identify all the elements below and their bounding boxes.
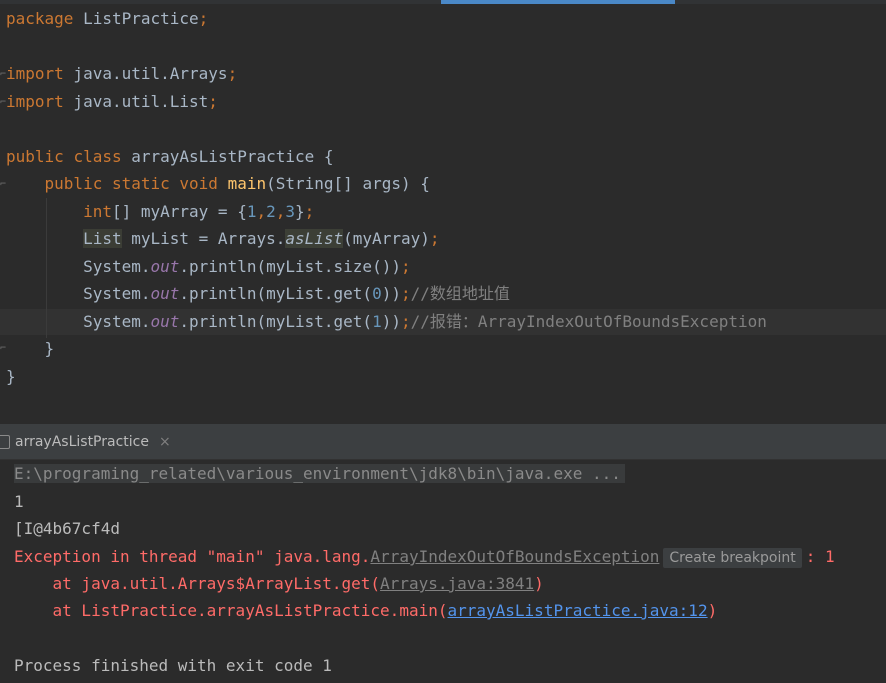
create-breakpoint-button[interactable]: Create breakpoint xyxy=(663,547,802,568)
number-literal: 0 xyxy=(372,284,382,303)
source-link[interactable]: Arrays.java:3841 xyxy=(380,574,534,593)
exception-text: : 1 xyxy=(805,547,835,566)
semicolon: ; xyxy=(208,92,218,111)
code-text: .println(myList.get( xyxy=(179,284,373,303)
code-text: System. xyxy=(83,312,151,331)
run-tab[interactable]: arrayAsListPractice × xyxy=(0,424,183,459)
keyword: int xyxy=(83,202,112,221)
output-text: 1 xyxy=(14,492,24,511)
code-text: )) xyxy=(381,284,401,303)
code-line-array-decl[interactable]: int[] myArray = {1,2,3}; xyxy=(6,199,314,225)
code-line-main-decl[interactable]: public static void main(String[] args) { xyxy=(6,171,430,197)
exception-class-link[interactable]: ArrayIndexOutOfBoundsException xyxy=(370,547,659,566)
console-exit-line: Process finished with exit code 1 xyxy=(14,652,332,679)
console-cmdline[interactable]: E:\programing_related\various_environmen… xyxy=(14,460,625,487)
run-tool-window[interactable]: arrayAsListPractice × E:\programing_rela… xyxy=(0,424,886,683)
raw-type-warning[interactable]: List xyxy=(83,229,122,248)
static-field: out xyxy=(150,312,180,331)
stacktrace-text: ) xyxy=(534,574,544,593)
run-config-icon xyxy=(0,434,10,449)
code-text: .println(myList.size()) xyxy=(179,257,401,276)
comma: , xyxy=(256,202,267,221)
params: (String[] args) { xyxy=(266,174,430,193)
code-line-class-close[interactable]: } xyxy=(6,364,16,390)
semicolon: ; xyxy=(400,284,411,303)
static-method[interactable]: asList xyxy=(285,229,344,248)
comma: , xyxy=(275,202,286,221)
code-text: } xyxy=(6,367,16,386)
code-text: [] myArray = { xyxy=(111,202,247,221)
exception-text: Exception in thread "main" java.lang. xyxy=(14,547,371,566)
static-field: out xyxy=(150,284,180,303)
semicolon: ; xyxy=(304,202,315,221)
keyword: public xyxy=(6,147,64,166)
run-tool-header: arrayAsListPractice × xyxy=(0,424,886,460)
comment: //数组地址值 xyxy=(410,284,510,303)
stacktrace-text: at java.util.Arrays$ArrayList.get( xyxy=(14,574,381,593)
exit-text: Process finished with exit code 1 xyxy=(14,656,332,675)
comment: //报错：ArrayIndexOutOfBoundsException xyxy=(410,312,767,331)
source-link[interactable]: arrayAsListPractice.java:12 xyxy=(447,601,707,620)
code-line-print-size[interactable]: System.out.println(myList.size()); xyxy=(6,254,411,280)
console-stacktrace-line: at java.util.Arrays$ArrayList.get(Arrays… xyxy=(14,570,544,597)
code-line-import-arrays[interactable]: import java.util.Arrays; xyxy=(6,61,237,87)
static-field: out xyxy=(150,257,180,276)
code-text: )) xyxy=(381,312,401,331)
semicolon: ; xyxy=(400,312,411,331)
keyword: package xyxy=(6,9,74,28)
code-line-package[interactable]: package ListPractice; xyxy=(6,6,208,32)
code-editor[interactable]: ⌐ ⌐ ⌐ ⌐ package ListPractice; import jav… xyxy=(0,0,886,424)
code-line-class-decl[interactable]: public class arrayAsListPractice { xyxy=(6,144,334,170)
code-text: (myArray) xyxy=(343,229,430,248)
stacktrace-text: ) xyxy=(707,601,718,620)
code-line-print-get1[interactable]: System.out.println(myList.get(1));//报错：A… xyxy=(6,309,767,335)
command-line-text[interactable]: E:\programing_related\various_environmen… xyxy=(14,464,625,483)
active-tab-indicator xyxy=(441,0,675,4)
run-tab-label: arrayAsListPractice xyxy=(15,433,149,450)
keyword: import xyxy=(6,64,64,83)
output-text: [I@4b67cf4d xyxy=(14,519,120,538)
keyword: static xyxy=(111,174,170,193)
semicolon: ; xyxy=(227,64,238,83)
method-name: main xyxy=(227,174,267,193)
code-text: .println(myList.get( xyxy=(179,312,373,331)
keyword: void xyxy=(179,174,218,193)
import-path: java.util.List xyxy=(63,92,209,111)
code-text: System. xyxy=(83,284,151,303)
number-literal: 2 xyxy=(266,202,276,221)
code-line-list-decl[interactable]: List myList = Arrays.asList(myArray); xyxy=(6,226,440,252)
console-output-line: 1 xyxy=(14,488,24,515)
close-icon[interactable]: × xyxy=(159,434,171,450)
code-line-main-close[interactable]: } xyxy=(6,336,55,362)
stacktrace-text: at ListPractice.arrayAsListPractice.main… xyxy=(14,601,448,620)
semicolon: ; xyxy=(400,257,411,276)
import-path: java.util.Arrays xyxy=(63,64,228,83)
semicolon: ; xyxy=(429,229,440,248)
keyword: import xyxy=(6,92,64,111)
number-literal: 1 xyxy=(372,312,382,331)
semicolon: ; xyxy=(198,9,209,28)
code-line-print-get0[interactable]: System.out.println(myList.get(0));//数组地址… xyxy=(6,281,510,307)
class-name: arrayAsListPractice { xyxy=(121,147,334,166)
code-text: } xyxy=(295,202,305,221)
console-output-line: [I@4b67cf4d xyxy=(14,515,120,542)
code-text: } xyxy=(44,339,55,358)
package-name: ListPractice xyxy=(73,9,199,28)
code-line-import-list[interactable]: import java.util.List; xyxy=(6,89,218,115)
console-exception-line: Exception in thread "main" java.lang.Arr… xyxy=(14,543,835,570)
keyword: public xyxy=(44,174,103,193)
console-stacktrace-line: at ListPractice.arrayAsListPractice.main… xyxy=(14,597,718,624)
number-literal: 3 xyxy=(285,202,296,221)
code-text: System. xyxy=(83,257,151,276)
keyword: class xyxy=(73,147,122,166)
code-text: myList = Arrays. xyxy=(121,229,286,248)
